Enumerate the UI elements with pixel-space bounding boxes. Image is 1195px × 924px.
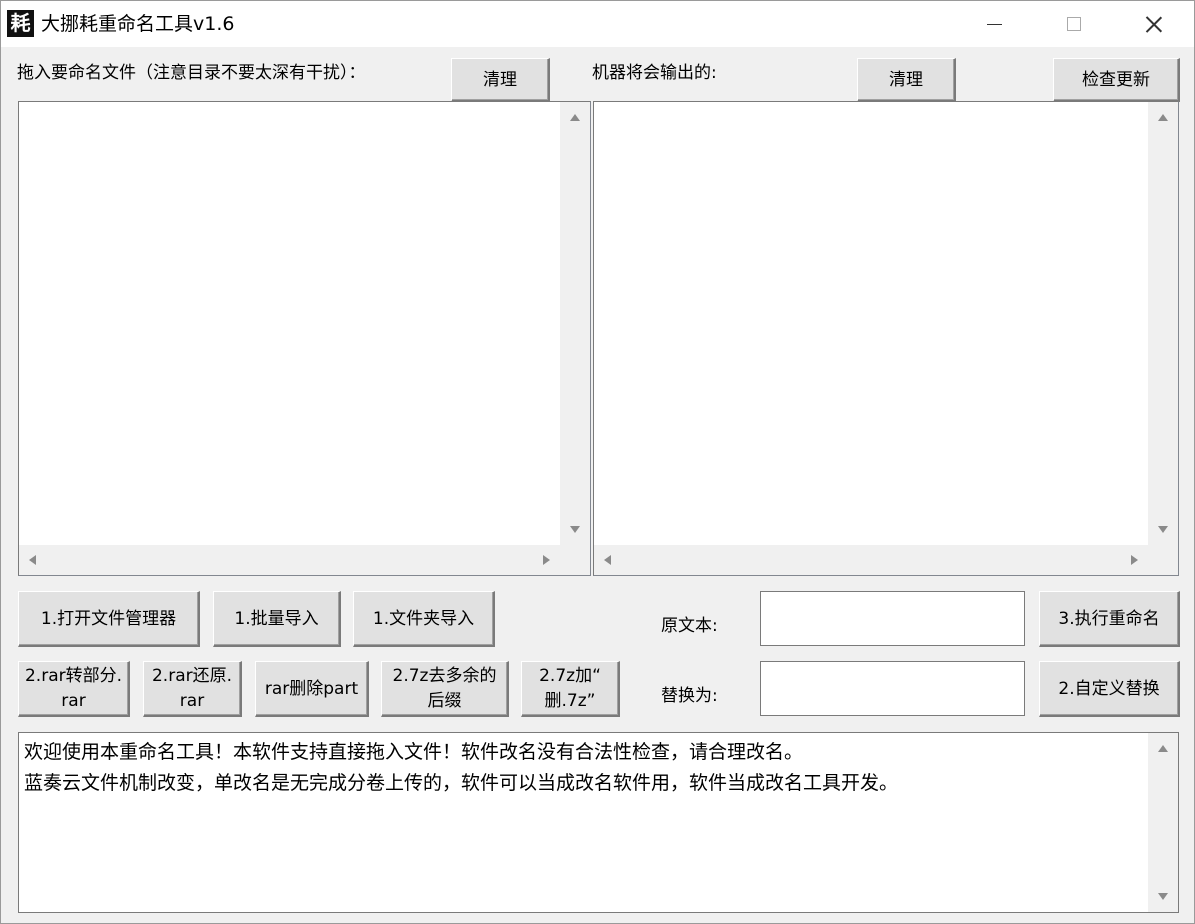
close-button[interactable] bbox=[1114, 1, 1194, 47]
log-text: 欢迎使用本重命名工具！本软件支持直接拖入文件！软件改名没有合法性检查，请合理改名… bbox=[24, 741, 899, 794]
scroll-up-icon[interactable] bbox=[1158, 745, 1168, 752]
input-files-label: 拖入要命名文件（注意目录不要太深有干扰）： bbox=[17, 63, 366, 83]
log-vscrollbar[interactable] bbox=[1148, 733, 1178, 912]
scroll-left-icon[interactable] bbox=[604, 555, 611, 565]
log-textarea[interactable]: 欢迎使用本重命名工具！本软件支持直接拖入文件！软件改名没有合法性检查，请合理改名… bbox=[18, 732, 1179, 913]
minimize-button[interactable] bbox=[954, 1, 1034, 47]
output-file-list[interactable] bbox=[593, 101, 1179, 576]
scroll-down-icon[interactable] bbox=[1158, 893, 1168, 900]
output-list-hscrollbar[interactable] bbox=[594, 545, 1148, 575]
output-list-vscrollbar[interactable] bbox=[1148, 102, 1178, 545]
custom-replace-button[interactable]: 2.自定义替换 bbox=[1039, 661, 1180, 717]
rar-restore-button[interactable]: 2.rar还原. rar bbox=[143, 661, 242, 717]
input-list-hscrollbar[interactable] bbox=[19, 545, 560, 575]
minimize-icon bbox=[986, 23, 1002, 25]
title-bar[interactable]: 耗 大挪耗重命名工具v1.6 bbox=[1, 1, 1194, 47]
scroll-corner bbox=[1148, 545, 1178, 575]
clear-output-button[interactable]: 清理 bbox=[857, 58, 956, 102]
maximize-button[interactable] bbox=[1034, 1, 1114, 47]
scroll-right-icon[interactable] bbox=[543, 555, 550, 565]
batch-import-button[interactable]: 1.批量导入 bbox=[213, 591, 341, 647]
input-list-vscrollbar[interactable] bbox=[560, 102, 590, 545]
scroll-up-icon[interactable] bbox=[1158, 114, 1168, 121]
rar-to-part-button[interactable]: 2.rar转部分. rar bbox=[18, 661, 130, 717]
scroll-right-icon[interactable] bbox=[1131, 555, 1138, 565]
app-icon: 耗 bbox=[7, 10, 34, 37]
replace-with-label: 替换为: bbox=[661, 686, 718, 706]
close-icon bbox=[1146, 16, 1162, 32]
maximize-icon bbox=[1067, 17, 1081, 31]
app-window: 耗 大挪耗重命名工具v1.6 拖入要命名文件（注意目录不要太深有干扰）： 清理 … bbox=[0, 0, 1195, 924]
original-text-label: 原文本: bbox=[661, 616, 718, 636]
input-file-list[interactable] bbox=[18, 101, 591, 576]
replace-with-input[interactable] bbox=[760, 661, 1025, 716]
original-text-input[interactable] bbox=[760, 591, 1025, 646]
remove-7z-suffix-button[interactable]: 2.7z去多余的 后缀 bbox=[381, 661, 509, 717]
check-update-button[interactable]: 检查更新 bbox=[1053, 58, 1180, 102]
scroll-corner bbox=[560, 545, 590, 575]
scroll-left-icon[interactable] bbox=[29, 555, 36, 565]
scroll-down-icon[interactable] bbox=[570, 526, 580, 533]
open-file-manager-button[interactable]: 1.打开文件管理器 bbox=[18, 591, 200, 647]
scroll-down-icon[interactable] bbox=[1158, 526, 1168, 533]
output-label: 机器将会输出的: bbox=[592, 63, 717, 83]
execute-rename-button[interactable]: 3.执行重命名 bbox=[1039, 591, 1180, 647]
scroll-up-icon[interactable] bbox=[570, 114, 580, 121]
add-delete-7z-button[interactable]: 2.7z加“ 删.7z” bbox=[521, 661, 620, 717]
window-title: 大挪耗重命名工具v1.6 bbox=[41, 13, 235, 35]
clear-input-button[interactable]: 清理 bbox=[451, 58, 550, 102]
folder-import-button[interactable]: 1.文件夹导入 bbox=[353, 591, 495, 647]
rar-delete-part-button[interactable]: rar删除part bbox=[255, 661, 369, 717]
